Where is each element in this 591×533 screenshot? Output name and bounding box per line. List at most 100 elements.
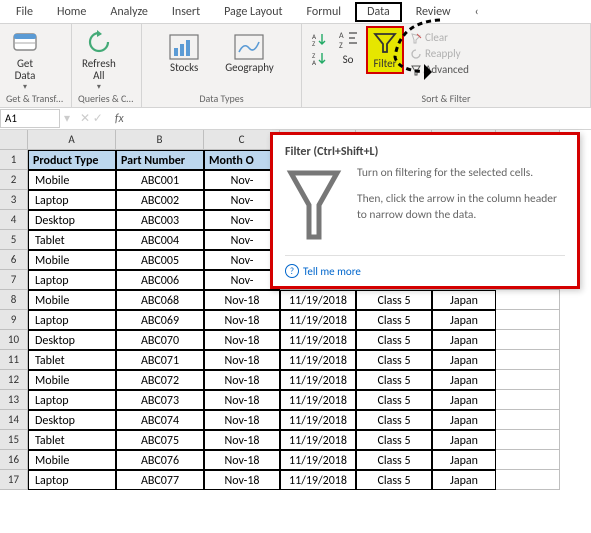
table-cell[interactable]: Mobile — [28, 450, 116, 470]
row-header[interactable]: 3 — [0, 190, 28, 210]
row-header[interactable]: 7 — [0, 270, 28, 290]
table-cell[interactable]: ABC005 — [116, 250, 204, 270]
table-cell[interactable]: Nov-18 — [204, 290, 280, 310]
table-cell[interactable]: Nov-18 — [204, 330, 280, 350]
col-header[interactable]: A — [28, 130, 116, 150]
table-cell[interactable]: Class 5 — [356, 450, 432, 470]
table-cell[interactable]: Mobile — [28, 370, 116, 390]
table-cell[interactable]: ABC073 — [116, 390, 204, 410]
row-header[interactable]: 6 — [0, 250, 28, 270]
table-cell[interactable]: Japan — [432, 350, 496, 370]
table-cell[interactable]: 11/19/2018 — [280, 330, 356, 350]
table-cell[interactable]: 11/19/2018 — [280, 450, 356, 470]
table-cell[interactable]: ABC001 — [116, 170, 204, 190]
table-cell[interactable]: 11/19/2018 — [280, 290, 356, 310]
table-cell[interactable]: Nov-18 — [204, 470, 280, 490]
table-cell[interactable]: Japan — [432, 430, 496, 450]
col-header[interactable]: C — [204, 130, 280, 150]
row-header[interactable]: 8 — [0, 290, 28, 310]
row-header[interactable]: 2 — [0, 170, 28, 190]
table-cell[interactable]: 11/19/2018 — [280, 430, 356, 450]
table-cell[interactable]: Nov-18 — [204, 390, 280, 410]
tell-me-more-link[interactable]: ? Tell me more — [285, 255, 565, 278]
col-header[interactable]: B — [116, 130, 204, 150]
ribbon-tab-analyze[interactable]: Analyze — [100, 2, 158, 22]
row-header[interactable]: 1 — [0, 150, 28, 170]
table-cell[interactable]: Nov-18 — [204, 350, 280, 370]
table-cell[interactable]: ABC077 — [116, 470, 204, 490]
row-header[interactable]: 10 — [0, 330, 28, 350]
table-cell[interactable]: ABC070 — [116, 330, 204, 350]
table-cell[interactable]: 11/19/2018 — [280, 390, 356, 410]
table-cell[interactable]: Nov-18 — [204, 430, 280, 450]
row-header[interactable]: 14 — [0, 410, 28, 430]
table-cell[interactable]: Japan — [432, 290, 496, 310]
table-cell[interactable]: ABC068 — [116, 290, 204, 310]
ribbon-tab-home[interactable]: Home — [47, 2, 96, 22]
table-cell[interactable] — [496, 390, 560, 410]
table-cell[interactable]: Nov-18 — [204, 310, 280, 330]
ribbon-tab-formul[interactable]: Formul — [297, 2, 352, 22]
table-cell[interactable]: Class 5 — [356, 370, 432, 390]
table-cell[interactable]: Class 5 — [356, 290, 432, 310]
table-cell[interactable] — [496, 450, 560, 470]
table-cell[interactable]: Laptop — [28, 470, 116, 490]
table-cell[interactable]: ABC074 — [116, 410, 204, 430]
name-box[interactable] — [0, 109, 60, 128]
table-cell[interactable]: Nov- — [204, 270, 280, 290]
table-cell[interactable]: Class 5 — [356, 410, 432, 430]
table-cell[interactable]: Laptop — [28, 390, 116, 410]
table-cell[interactable]: 11/19/2018 — [280, 470, 356, 490]
table-cell[interactable]: 11/19/2018 — [280, 310, 356, 330]
sort-az-button[interactable]: AZ — [308, 30, 330, 48]
table-cell[interactable]: Japan — [432, 370, 496, 390]
row-header[interactable]: 9 — [0, 310, 28, 330]
table-header-cell[interactable]: Month O — [204, 150, 280, 170]
sort-za-button[interactable]: ZA — [308, 49, 330, 67]
table-header-cell[interactable]: Part Number — [116, 150, 204, 170]
row-header[interactable]: 16 — [0, 450, 28, 470]
sort-button[interactable]: AZ So — [332, 26, 364, 68]
table-cell[interactable] — [496, 310, 560, 330]
row-header[interactable]: 15 — [0, 430, 28, 450]
table-cell[interactable]: Mobile — [28, 170, 116, 190]
table-cell[interactable] — [496, 430, 560, 450]
fx-label[interactable]: fx — [109, 112, 130, 126]
table-cell[interactable] — [496, 410, 560, 430]
table-cell[interactable] — [496, 370, 560, 390]
table-cell[interactable]: Class 5 — [356, 430, 432, 450]
geography-button[interactable]: Geography — [221, 32, 278, 76]
table-cell[interactable]: 11/19/2018 — [280, 410, 356, 430]
row-header[interactable]: 17 — [0, 470, 28, 490]
table-cell[interactable]: Class 5 — [356, 470, 432, 490]
table-cell[interactable]: Tablet — [28, 430, 116, 450]
table-cell[interactable] — [496, 350, 560, 370]
table-cell[interactable]: Desktop — [28, 210, 116, 230]
table-cell[interactable]: ABC071 — [116, 350, 204, 370]
table-cell[interactable]: Nov-18 — [204, 370, 280, 390]
table-cell[interactable]: ABC069 — [116, 310, 204, 330]
table-cell[interactable]: Nov-18 — [204, 410, 280, 430]
ribbon-tab-file[interactable]: File — [6, 2, 43, 22]
refresh-all-button[interactable]: RefreshAll ▾ — [78, 26, 120, 94]
table-cell[interactable] — [496, 330, 560, 350]
row-header[interactable]: 12 — [0, 370, 28, 390]
table-cell[interactable]: Japan — [432, 470, 496, 490]
table-cell[interactable]: ABC072 — [116, 370, 204, 390]
table-cell[interactable]: Nov- — [204, 230, 280, 250]
table-cell[interactable]: Tablet — [28, 350, 116, 370]
table-cell[interactable]: Nov- — [204, 190, 280, 210]
table-cell[interactable]: Tablet — [28, 230, 116, 250]
table-cell[interactable]: 11/19/2018 — [280, 370, 356, 390]
table-cell[interactable]: Mobile — [28, 290, 116, 310]
table-cell[interactable]: Desktop — [28, 330, 116, 350]
table-cell[interactable]: Japan — [432, 310, 496, 330]
row-header[interactable]: 13 — [0, 390, 28, 410]
select-all-corner[interactable] — [0, 130, 28, 150]
table-cell[interactable]: Laptop — [28, 190, 116, 210]
table-cell[interactable]: Japan — [432, 330, 496, 350]
ribbon-tab-page-layout[interactable]: Page Layout — [214, 2, 292, 22]
table-cell[interactable]: Japan — [432, 410, 496, 430]
table-cell[interactable]: ABC004 — [116, 230, 204, 250]
table-cell[interactable]: ABC076 — [116, 450, 204, 470]
